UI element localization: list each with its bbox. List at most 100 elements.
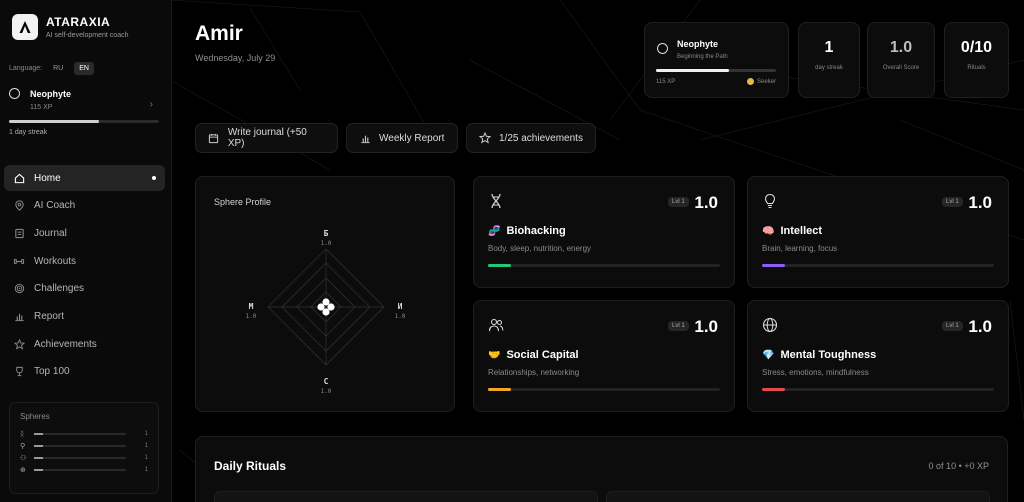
nav-item-workouts[interactable]: Workouts (4, 248, 165, 274)
nav-label: Workouts (34, 255, 77, 267)
spheres-panel: Spheres ᛝ 1 ⚲ 1 ⚇ 1 ⊕ 1 (9, 402, 159, 494)
stat-day-streak: 1 day streak (798, 22, 860, 98)
brand-tagline: AI self-development coach (46, 32, 129, 39)
stat-overall-score: 1.0 Overall Score (867, 22, 935, 98)
sphere-row-mental[interactable]: ⊕ 1 (20, 464, 148, 476)
next-rank: Seeker (746, 78, 776, 85)
weekly-report-button[interactable]: Weekly Report (346, 123, 458, 153)
sphere-description: Brain, learning, focus (762, 244, 838, 253)
journal-icon (13, 227, 25, 239)
sphere-bar (34, 457, 126, 459)
nav-label: Report (34, 310, 65, 322)
nav-item-ai-coach[interactable]: AI Coach (4, 193, 165, 219)
rank-ring-icon (657, 43, 668, 54)
profile-summary[interactable]: Neophyte 115 XP › 1 day streak (9, 88, 161, 136)
achievements-button[interactable]: 1/25 achievements (466, 123, 596, 153)
brand-name: ATARAXIA (46, 15, 111, 29)
sphere-bar-fill (34, 469, 44, 471)
action-label: 1/25 achievements (499, 132, 583, 144)
level-card[interactable]: Neophyte Beginning the Path 115 XP Seeke… (644, 22, 789, 98)
profile-xp-fill (9, 120, 99, 123)
nav-item-report[interactable]: Report (4, 303, 165, 329)
ritual-item[interactable] (214, 491, 598, 502)
rank-ring-icon (9, 88, 20, 99)
sphere-bar (34, 433, 126, 435)
star-icon (479, 132, 491, 144)
rituals-count: 0 of 10 • +0 XP (928, 461, 989, 471)
dna-icon: ᛝ (20, 430, 25, 438)
sphere-name: Mental Toughness (780, 349, 877, 361)
logo-icon (12, 14, 38, 40)
compass-icon (13, 200, 25, 212)
sphere-progress-fill (488, 264, 512, 267)
stat-label: Overall Score (882, 65, 920, 71)
radar-axis-top: Б 1.0 (320, 229, 332, 247)
nav-item-journal[interactable]: Journal (4, 220, 165, 246)
sphere-progress-bar (762, 388, 994, 391)
language-option-en[interactable]: EN (74, 62, 94, 75)
brand[interactable]: ATARAXIA AI self-development coach (12, 14, 129, 40)
ritual-item[interactable] (606, 491, 990, 502)
level-subtitle: Beginning the Path (677, 54, 728, 60)
moon-icon (746, 78, 754, 85)
sphere-row-intellect[interactable]: ⚲ 1 (20, 440, 148, 452)
home-icon (13, 172, 25, 184)
sphere-bar-fill (34, 445, 44, 447)
dna-icon (488, 193, 504, 209)
daily-rituals-card: Daily Rituals 0 of 10 • +0 XP (195, 436, 1008, 502)
sphere-card-intellect[interactable]: Lvl 1 1.0 🧠 Intellect Brain, learning, fo… (747, 176, 1009, 288)
bulb-icon: ⚲ (20, 443, 26, 450)
sphere-card-biohacking[interactable]: Lvl 1 1.0 🧬 Biohacking Body, sleep, nutri… (473, 176, 735, 288)
nav-item-top-100[interactable]: Top 100 (4, 359, 165, 385)
nav-label: Challenges (34, 283, 85, 295)
greeting-title: Amir (195, 22, 243, 45)
sphere-bar-fill (34, 457, 44, 459)
level-xp: 115 XP (656, 79, 676, 85)
sidebar: ATARAXIA AI self-development coach Langu… (0, 0, 172, 502)
sphere-bar (34, 469, 126, 471)
sphere-row-biohacking[interactable]: ᛝ 1 (20, 428, 148, 440)
sphere-score: 1.0 (968, 193, 992, 212)
sphere-description: Relationships, networking (488, 368, 580, 377)
spheres-title: Spheres (20, 412, 50, 421)
sphere-bar (34, 445, 126, 447)
current-date: Wednesday, July 29 (195, 53, 276, 63)
sphere-card-mental-toughness[interactable]: Lvl 1 1.0 💎 Mental Toughness Stress, emot… (747, 300, 1009, 412)
sphere-value: 1 (144, 455, 148, 461)
action-label: Write journal (+50 XP) (227, 127, 307, 149)
language-label: Language: (9, 65, 43, 72)
stat-label: day streak (815, 65, 843, 71)
sphere-description: Stress, emotions, mindfulness (762, 368, 869, 377)
chevron-right-icon: › (149, 99, 153, 110)
dna-emoji-icon: 🧬 (488, 225, 501, 237)
sphere-bar-fill (34, 433, 44, 435)
rituals-title: Daily Rituals (214, 459, 287, 473)
nav-item-home[interactable]: Home (4, 165, 165, 191)
people-icon (488, 317, 504, 333)
level-progress-fill (656, 69, 730, 72)
language-option-ru[interactable]: RU (48, 62, 68, 75)
sphere-progress-bar (762, 264, 994, 267)
level-badge: Lvl 1 (668, 197, 689, 207)
profile-xp-bar (9, 120, 159, 123)
write-journal-button[interactable]: Write journal (+50 XP) (195, 123, 338, 153)
action-label: Weekly Report (379, 132, 445, 144)
sphere-row-social[interactable]: ⚇ 1 (20, 452, 148, 464)
nav-item-achievements[interactable]: Achievements (4, 331, 165, 357)
sphere-name: Intellect (780, 225, 823, 237)
radar-axis-left: М 1.0 (245, 302, 257, 320)
globe-icon (762, 317, 778, 333)
sphere-card-social-capital[interactable]: Lvl 1 1.0 🤝 Social Capital Relationships,… (473, 300, 735, 412)
nav-label: Journal (34, 227, 67, 239)
gem-emoji-icon: 💎 (762, 349, 775, 361)
bar-chart-icon (13, 310, 25, 322)
level-rank: Neophyte (677, 39, 719, 49)
stat-value: 0/10 (960, 39, 993, 56)
profile-xp: 115 XP (30, 104, 53, 111)
language-switch: Language: RU EN (9, 62, 94, 75)
nav-item-challenges[interactable]: Challenges (4, 276, 165, 302)
profile-rank: Neophyte (30, 88, 72, 99)
sphere-value: 1 (144, 431, 148, 437)
sphere-progress-fill (762, 264, 786, 267)
nav-label: Home (34, 172, 61, 184)
